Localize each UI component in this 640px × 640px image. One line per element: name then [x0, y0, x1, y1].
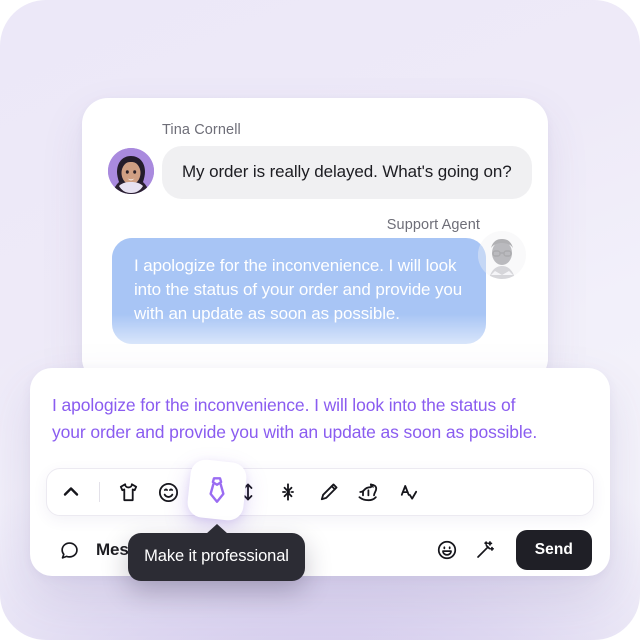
bubble-line: into the status of your order and provid… [134, 280, 463, 300]
app-stage: Tina Cornell My order is really delayed.… [0, 0, 640, 640]
spellcheck-icon[interactable] [388, 472, 428, 512]
tooltip-arrow [205, 524, 228, 534]
message-input-row: Message Send [30, 524, 610, 576]
chevron-up-icon[interactable] [51, 472, 91, 512]
toolbar-divider [99, 482, 100, 502]
message-bubble-incoming: My order is really delayed. What's going… [162, 146, 532, 200]
tooltip: Make it professional [128, 524, 305, 581]
bubble-line: I apologize for the inconvenience. I wil… [134, 256, 457, 275]
ai-suggestion-text: I apologize for the inconvenience. I wil… [52, 392, 590, 445]
rocking-horse-icon[interactable] [348, 472, 388, 512]
sender-name-agent: Support Agent [386, 217, 480, 233]
smiley-icon[interactable] [148, 472, 188, 512]
bubble-line: with an update as soon as possible. [134, 304, 400, 324]
message-bubble-outgoing: I apologize for the inconvenience. I wil… [112, 238, 486, 345]
necktie-icon-button[interactable] [186, 458, 248, 522]
pencil-icon[interactable] [308, 472, 348, 512]
avatar-customer [108, 148, 154, 194]
magic-wand-icon[interactable] [468, 533, 502, 567]
shorten-icon[interactable] [268, 472, 308, 512]
chat-conversation-card: Tina Cornell My order is really delayed.… [82, 98, 548, 384]
suggestion-line: your order and provide you with an updat… [52, 421, 538, 442]
send-button[interactable]: Send [515, 530, 592, 570]
ai-composer-panel: I apologize for the inconvenience. I wil… [30, 368, 610, 576]
avatar-agent [478, 231, 526, 279]
tooltip-label: Make it professional [144, 547, 289, 565]
emoji-smiley-icon[interactable] [430, 533, 464, 567]
tshirt-icon[interactable] [108, 472, 148, 512]
sender-name-customer: Tina Cornell [162, 122, 241, 138]
chat-bubble-icon [52, 533, 86, 567]
necktie-icon [209, 477, 225, 503]
suggestion-line: I apologize for the inconvenience. I wil… [52, 395, 516, 415]
tone-toolbar [46, 468, 594, 516]
